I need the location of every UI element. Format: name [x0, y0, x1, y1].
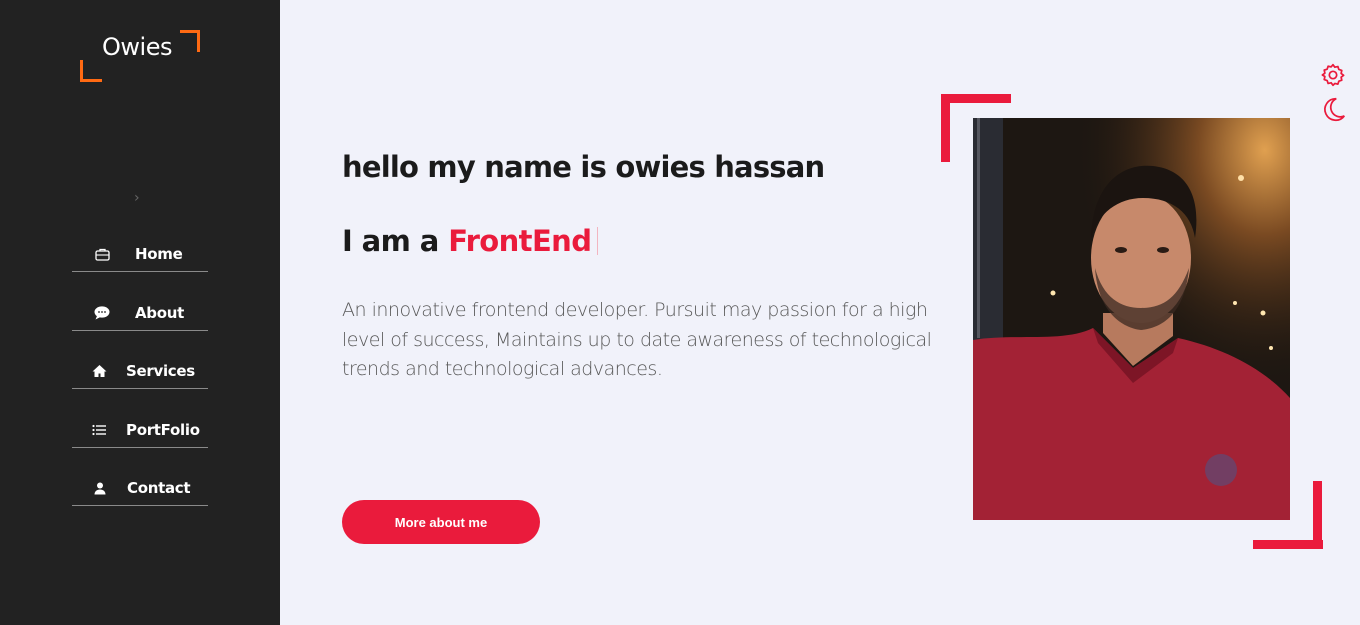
logo[interactable]: Owies — [80, 30, 200, 82]
gear-icon[interactable] — [1320, 62, 1346, 88]
sidebar-nav: Home About Services PortFolio Contact — [72, 237, 208, 530]
sidebar-item-about[interactable]: About — [72, 296, 208, 331]
sidebar-item-services[interactable]: Services — [72, 354, 208, 389]
role-highlight: FrontEnd — [448, 224, 592, 258]
typing-cursor — [597, 227, 599, 255]
hero-role: I am a FrontEnd — [342, 224, 599, 258]
photo-frame-top-left-vertical — [941, 94, 950, 162]
sidebar-item-home[interactable]: Home — [72, 237, 208, 272]
sidebar-item-label: Home — [135, 245, 183, 263]
moon-icon[interactable] — [1320, 96, 1346, 124]
user-icon — [72, 482, 127, 495]
role-prefix: I am a — [342, 224, 449, 258]
sidebar: Owies › Home About Services PortFolio Co… — [0, 0, 280, 625]
briefcase-icon — [72, 248, 132, 261]
sidebar-item-label: PortFolio — [126, 420, 200, 439]
logo-corner-bottom-left — [80, 60, 102, 82]
chevron-right-icon[interactable]: › — [134, 190, 140, 206]
hero-bio: An innovative frontend developer. Pursui… — [342, 299, 932, 380]
list-icon — [72, 424, 126, 436]
sidebar-item-label: Services — [126, 362, 195, 380]
sidebar-item-contact[interactable]: Contact — [72, 471, 208, 506]
photo-frame-top-left — [941, 94, 1011, 103]
house-icon — [72, 364, 126, 378]
sidebar-item-label: About — [135, 303, 185, 322]
photo-frame-bottom-right-vertical — [1313, 481, 1322, 549]
sidebar-item-portfolio[interactable]: PortFolio — [72, 413, 208, 448]
chat-bubble-icon — [72, 305, 132, 320]
more-about-me-button[interactable]: More about me — [342, 500, 540, 544]
profile-photo — [973, 118, 1290, 520]
sidebar-item-label: Contact — [127, 479, 191, 497]
logo-corner-top-right — [180, 30, 200, 52]
hero-greeting: hello my name is owies hassan — [342, 150, 825, 184]
logo-text: Owies — [102, 33, 172, 61]
